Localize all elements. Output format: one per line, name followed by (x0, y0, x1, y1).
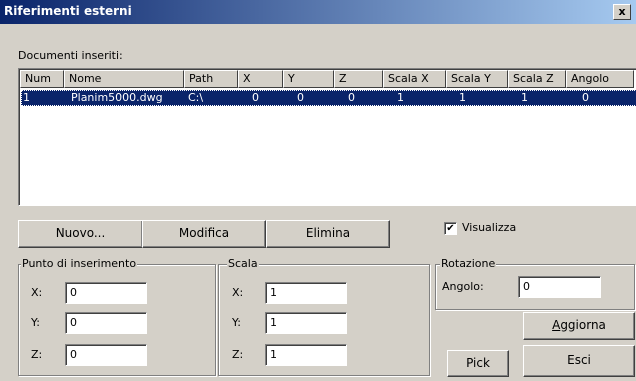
scala-y-label: Y: (232, 316, 241, 329)
punto-z-label: Z: (31, 348, 43, 361)
nuovo-button[interactable]: Nuovo... (18, 220, 143, 248)
cell-y: 0 (297, 91, 304, 104)
elimina-button[interactable]: Elimina (266, 220, 390, 248)
pick-button[interactable]: Pick (447, 350, 509, 377)
column-header-scala-z[interactable]: Scala Z (508, 70, 566, 88)
close-icon[interactable]: x (613, 4, 631, 20)
modifica-button[interactable]: Modifica (142, 220, 266, 248)
scala-z-input[interactable]: 1 (265, 344, 347, 366)
column-header-x[interactable]: X (238, 70, 283, 88)
title-bar: Riferimenti esterni x (0, 0, 636, 24)
aggiorna-label: ggiorna (560, 318, 606, 332)
column-header-z[interactable]: Z (334, 70, 383, 88)
cell-angolo: 0 (582, 91, 589, 104)
punto-x-label: X: (31, 286, 43, 299)
cell-scala-x: 1 (397, 91, 404, 104)
column-header-angolo[interactable]: Angolo (566, 70, 634, 88)
punto-z-input[interactable]: 0 (65, 344, 147, 366)
scala-title: Scala (227, 257, 259, 270)
window-title: Riferimenti esterni (4, 4, 132, 18)
aggiorna-button[interactable]: Aggiorna (523, 312, 635, 340)
angolo-label: Angolo: (442, 280, 484, 293)
column-header-scala-y[interactable]: Scala Y (446, 70, 508, 88)
punto-y-input[interactable]: 0 (65, 312, 147, 334)
visualizza-checkbox[interactable]: ✔ (444, 222, 457, 235)
documents-label: Documenti inseriti: (18, 49, 123, 62)
visualizza-label: Visualizza (462, 221, 517, 234)
column-header-y[interactable]: Y (283, 70, 334, 88)
column-header-scala-x[interactable]: Scala X (383, 70, 446, 88)
cell-path: C:\ (188, 91, 204, 104)
rotazione-title: Rotazione (440, 257, 497, 270)
scala-y-input[interactable]: 1 (265, 312, 347, 334)
angolo-input[interactable]: 0 (518, 276, 601, 298)
punto-y-label: Y: (31, 316, 40, 329)
punto-inserimento-title: Punto di inserimento (21, 257, 138, 270)
scala-z-label: Z: (232, 348, 244, 361)
punto-x-input[interactable]: 0 (65, 282, 147, 304)
cell-z: 0 (348, 91, 355, 104)
scala-x-label: X: (232, 286, 244, 299)
cell-scala-y: 1 (459, 91, 466, 104)
column-header-nome[interactable]: Nome (64, 70, 184, 88)
cell-x: 0 (252, 91, 259, 104)
table-row[interactable]: 1 Planim5000.dwg C:\ 0 0 0 1 1 1 0 (21, 90, 636, 106)
cell-num: 1 (23, 91, 30, 104)
cell-scala-z: 1 (521, 91, 528, 104)
scala-x-input[interactable]: 1 (265, 282, 347, 304)
documents-list[interactable]: Num Nome Path X Y Z Scala X Scala Y Scal… (18, 68, 636, 206)
cell-nome: Planim5000.dwg (71, 91, 163, 104)
column-header-num[interactable]: Num (20, 70, 64, 88)
column-header-path[interactable]: Path (184, 70, 238, 88)
esci-button[interactable]: Esci (523, 345, 635, 377)
